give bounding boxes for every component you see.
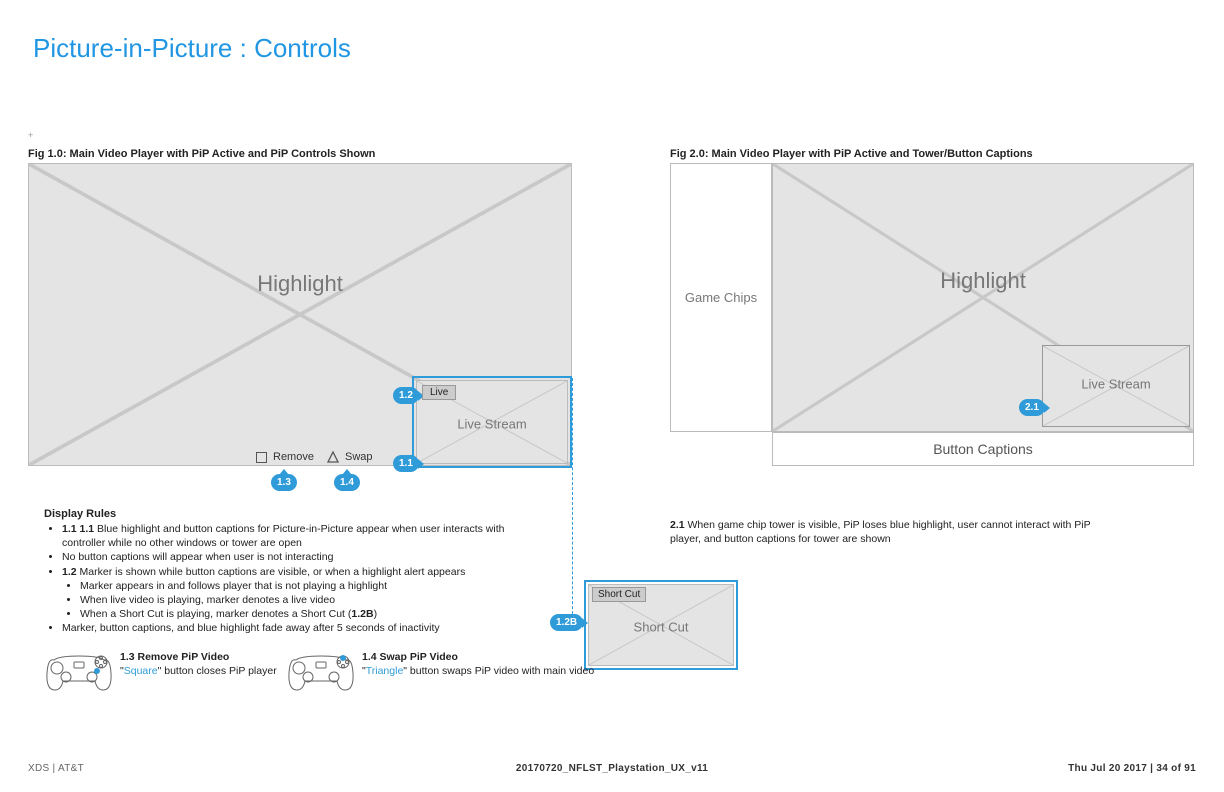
rule-ref: 1.2B — [351, 608, 373, 620]
fig1-main-label: Highlight — [257, 271, 343, 297]
swap-label: Swap — [345, 451, 373, 463]
display-rules-title: Display Rules — [44, 508, 116, 520]
button-name: Square — [124, 665, 158, 677]
annotation-1-2b: 1.2B — [550, 614, 583, 631]
rule-text: ) — [374, 608, 378, 620]
annotation-1-2: 1.2 — [393, 387, 419, 404]
fig2-pip-label: Live Stream — [1081, 377, 1150, 392]
live-marker-badge: Live — [422, 385, 456, 400]
page-title: Picture-in-Picture : Controls — [33, 33, 351, 64]
fig2-caption: Fig 2.0: Main Video Player with PiP Acti… — [670, 148, 1033, 160]
blurb-text: " button closes PiP player — [158, 665, 277, 677]
annotation-1-4: 1.4 — [334, 474, 360, 491]
square-icon — [256, 452, 267, 463]
annotation-2-1: 2.1 — [1019, 399, 1045, 416]
blurb-text: " button swaps PiP video with main video — [403, 665, 594, 677]
footer-filename: 20170720_NFLST_Playstation_UX_v11 — [516, 763, 708, 774]
fig1-caption: Fig 1.0: Main Video Player with PiP Acti… — [28, 148, 375, 160]
rule-num: 2.1 — [670, 519, 685, 531]
display-rules-body: 1.1 1.1 Blue highlight and button captio… — [44, 522, 534, 635]
rule-text: No button captions will appear when user… — [62, 550, 534, 564]
fig2-pip-video: Live Stream — [1042, 345, 1190, 427]
remove-label: Remove — [273, 451, 314, 463]
button-name: Triangle — [366, 665, 404, 677]
gamechips-label: Game Chips — [685, 290, 757, 305]
rule-text: When live video is playing, marker denot… — [80, 593, 534, 607]
shortcut-label: Short Cut — [634, 619, 689, 634]
annotation-1-1: 1.1 — [393, 455, 419, 472]
triangle-icon — [327, 451, 339, 463]
annotation-1-3: 1.3 — [271, 474, 297, 491]
fig2-game-chips-tower[interactable]: Game Chips — [670, 163, 772, 432]
swap-caption[interactable]: Swap — [327, 451, 373, 463]
rule-text: Marker, button captions, and blue highli… — [62, 621, 534, 635]
blurb-title: 1.4 Swap PiP Video — [362, 650, 602, 664]
fig1-pip-label: Live Stream — [457, 416, 526, 431]
footer-date-page: Thu Jul 20 2017 | 34 of 91 — [1068, 763, 1196, 774]
swap-control-blurb: 1.4 Swap PiP Video "Triangle" button swa… — [362, 650, 602, 678]
remove-caption[interactable]: Remove — [256, 451, 314, 463]
controller-icon — [44, 648, 114, 693]
rule-text: When a Short Cut is playing, marker deno… — [80, 608, 351, 620]
rule-2-1-text: 2.1 When game chip tower is visible, PiP… — [670, 518, 1100, 546]
registration-mark: + — [28, 130, 33, 140]
rule-text: Marker appears in and follows player tha… — [80, 579, 534, 593]
rule-num: 1.1 — [62, 523, 77, 535]
connector-line — [572, 378, 573, 624]
shortcut-marker-badge: Short Cut — [592, 587, 646, 602]
button-captions-label: Button Captions — [933, 441, 1033, 457]
fig2-button-captions-bar: Button Captions — [772, 432, 1194, 466]
page-footer: XDS | AT&T 20170720_NFLST_Playstation_UX… — [0, 763, 1224, 774]
controller-icon — [286, 648, 356, 693]
fig2-main-label: Highlight — [940, 268, 1026, 294]
footer-left: XDS | AT&T — [28, 763, 84, 774]
rule-text: When game chip tower is visible, PiP los… — [670, 519, 1090, 545]
